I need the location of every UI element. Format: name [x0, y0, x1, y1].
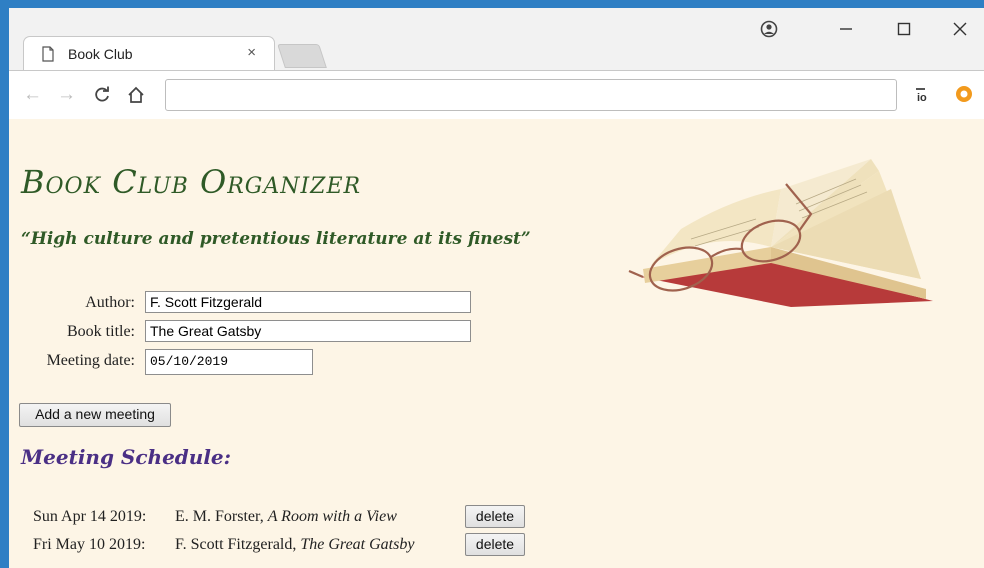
back-arrow-icon[interactable]: ←: [23, 83, 42, 107]
close-window-icon[interactable]: [945, 16, 975, 42]
meeting-date-label: Meeting date:: [46, 352, 135, 369]
tab-book-club[interactable]: Book Club ×: [23, 36, 275, 71]
extension-orange-icon[interactable]: [954, 84, 974, 104]
meeting-date: Fri May 10 2019:: [33, 536, 146, 553]
page-content: Book Club Organizer “High culture and pr…: [9, 119, 984, 568]
meeting-author: F. Scott Fitzgerald,: [175, 536, 297, 553]
tab-close-icon[interactable]: ×: [247, 44, 256, 61]
open-book-with-glasses-image: [628, 159, 933, 307]
author-input[interactable]: F. Scott Fitzgerald: [145, 291, 471, 313]
title-bar: Book Club ×: [9, 8, 984, 71]
svg-text:io: io: [917, 92, 927, 104]
meeting-author-book: E. M. Forster, A Room with a View: [175, 508, 397, 526]
tab-title: Book Club: [68, 46, 133, 62]
new-tab-button[interactable]: [277, 44, 327, 68]
reload-icon[interactable]: [93, 83, 111, 111]
page-tagline: “High culture and pretentious literature…: [21, 229, 531, 249]
meeting-date-input[interactable]: 05/10/2019: [145, 349, 313, 375]
add-meeting-button[interactable]: Add a new meeting: [19, 403, 171, 427]
maximize-icon[interactable]: [889, 16, 919, 42]
meeting-author-book: F. Scott Fitzgerald, The Great Gatsby: [175, 536, 414, 554]
book-title-input[interactable]: The Great Gatsby: [145, 320, 471, 342]
extension-io-icon[interactable]: io: [914, 85, 934, 105]
meeting-author: E. M. Forster,: [175, 508, 264, 525]
meeting-book-title: The Great Gatsby: [300, 536, 415, 553]
schedule-heading: Meeting Schedule:: [21, 445, 232, 469]
browser-toolbar: ← → io: [9, 70, 984, 120]
profile-icon[interactable]: [754, 16, 784, 42]
minimize-icon[interactable]: [831, 16, 861, 42]
meeting-book-title: A Room with a View: [267, 508, 397, 525]
delete-button[interactable]: delete: [465, 505, 525, 528]
document-icon: [42, 46, 54, 62]
page-title: Book Club Organizer: [21, 163, 362, 201]
meeting-date: Sun Apr 14 2019:: [33, 508, 147, 525]
address-bar[interactable]: [165, 79, 897, 111]
author-label: Author:: [85, 294, 135, 311]
forward-arrow-icon[interactable]: →: [57, 83, 76, 107]
browser-window: Book Club × ← → io Book Club Organizer “…: [9, 8, 984, 568]
book-title-label: Book title:: [67, 323, 135, 340]
home-icon[interactable]: [127, 83, 145, 111]
delete-button[interactable]: delete: [465, 533, 525, 556]
